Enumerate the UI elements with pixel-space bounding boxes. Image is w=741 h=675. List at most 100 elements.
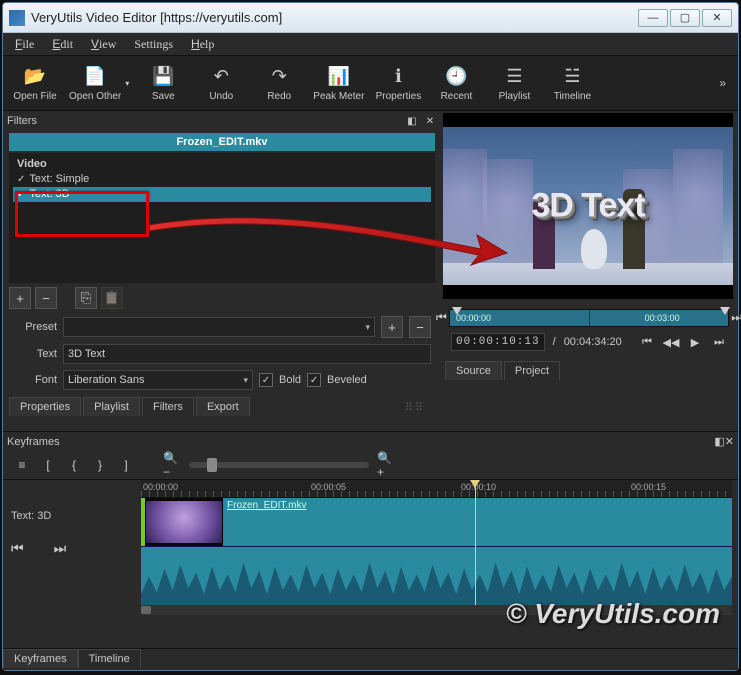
peak-meter-button[interactable]: 📊Peak Meter bbox=[309, 57, 368, 109]
copy-filter-button[interactable]: ⎘ bbox=[75, 287, 97, 309]
playlist-icon: ☰ bbox=[506, 65, 522, 89]
clip-label: Frozen_EDIT.mkv bbox=[227, 500, 306, 511]
minimize-button[interactable]: — bbox=[638, 9, 668, 27]
menu-help[interactable]: Help bbox=[183, 35, 222, 54]
filters-clip-name: Frozen_EDIT.mkv bbox=[9, 133, 435, 151]
font-combo[interactable]: Liberation Sans bbox=[63, 370, 253, 390]
undo-icon: ↶ bbox=[214, 65, 229, 89]
scrub-end-label: 00:03:00 bbox=[645, 313, 680, 323]
tab-project[interactable]: Project bbox=[504, 361, 560, 380]
prev-frame-button[interactable]: ⏮ bbox=[639, 334, 655, 350]
timeline-audio-track[interactable] bbox=[141, 546, 732, 606]
beveled-checkbox[interactable]: ✓ bbox=[307, 373, 321, 387]
kf-menu-button[interactable]: ≡ bbox=[13, 456, 31, 474]
keyframes-title: Keyframes bbox=[7, 436, 60, 448]
zoom-in-button[interactable]: 🔍+ bbox=[377, 456, 395, 474]
video-preview[interactable]: 3D Text bbox=[443, 113, 733, 299]
panel-close-icon[interactable]: ✕ bbox=[423, 114, 437, 128]
open-file-icon: 📂 bbox=[24, 65, 46, 89]
text-label: Text bbox=[13, 348, 57, 360]
filter-item[interactable]: Text: 3D bbox=[13, 187, 431, 202]
zoom-out-button[interactable]: 🔍− bbox=[163, 456, 181, 474]
properties-button[interactable]: ℹProperties bbox=[370, 57, 426, 109]
filter-list: Video Text: Simple Text: 3D bbox=[9, 153, 435, 283]
close-button[interactable]: ✕ bbox=[702, 9, 732, 27]
kf-bracket-in-button[interactable]: [ bbox=[39, 456, 57, 474]
next-frame-button[interactable]: ⏭ bbox=[711, 334, 727, 350]
kf-bracket-out-button[interactable]: ] bbox=[117, 456, 135, 474]
timeline-icon: ☱ bbox=[564, 65, 580, 89]
properties-icon: ℹ bbox=[395, 65, 402, 89]
bold-checkbox[interactable]: ✓ bbox=[259, 373, 273, 387]
toolbar-overflow-button[interactable]: » bbox=[711, 76, 734, 90]
timeline-ruler[interactable]: 00:00:00 00:00:05 00:00:10 00:00:15 bbox=[141, 480, 732, 498]
open-other-button[interactable]: 📄Open Other bbox=[65, 57, 133, 109]
bold-label: Bold bbox=[279, 374, 301, 386]
tab-timeline[interactable]: Timeline bbox=[78, 649, 141, 668]
tab-source[interactable]: Source bbox=[445, 361, 502, 380]
timeline-playhead[interactable] bbox=[475, 480, 476, 615]
font-label: Font bbox=[13, 374, 57, 386]
skip-start-button[interactable]: ⏮ bbox=[436, 310, 447, 325]
playlist-button[interactable]: ☰Playlist bbox=[486, 57, 542, 109]
track-prev-button[interactable]: ⏮ bbox=[11, 540, 24, 557]
total-timecode: 00:04:34:20 bbox=[564, 336, 622, 348]
scrub-bar[interactable]: ⏮ 00:00:00 00:03:00 ⏭ bbox=[449, 309, 729, 327]
menu-view[interactable]: View bbox=[83, 35, 124, 54]
tab-properties[interactable]: Properties bbox=[9, 397, 81, 416]
panel-undock-icon[interactable]: ◧ bbox=[405, 114, 419, 128]
tab-filters[interactable]: Filters bbox=[142, 397, 194, 416]
clip-thumbnail bbox=[145, 500, 223, 544]
tab-keyframes[interactable]: Keyframes bbox=[3, 649, 78, 668]
kf-prev-button[interactable]: { bbox=[65, 456, 83, 474]
tab-export[interactable]: Export bbox=[196, 397, 250, 416]
filter-category: Video bbox=[13, 157, 431, 172]
preset-add-button[interactable]: + bbox=[381, 316, 403, 338]
panel-undock-icon[interactable]: ◧ bbox=[714, 435, 724, 448]
preset-combo[interactable] bbox=[63, 317, 375, 337]
play-button[interactable]: ▶ bbox=[687, 334, 703, 350]
timeline-scrollbar[interactable] bbox=[141, 605, 732, 615]
zoom-slider[interactable] bbox=[189, 462, 369, 468]
open-other-icon: 📄 bbox=[84, 65, 106, 89]
tab-playlist[interactable]: Playlist bbox=[83, 397, 140, 416]
text-input[interactable]: 3D Text bbox=[63, 344, 431, 364]
scrub-end-marker[interactable] bbox=[720, 307, 730, 315]
filter-item[interactable]: Text: Simple bbox=[13, 172, 431, 187]
add-filter-button[interactable]: + bbox=[9, 287, 31, 309]
redo-button[interactable]: ↷Redo bbox=[251, 57, 307, 109]
kf-next-button[interactable]: } bbox=[91, 456, 109, 474]
recent-button[interactable]: 🕘Recent bbox=[428, 57, 484, 109]
remove-filter-button[interactable]: − bbox=[35, 287, 57, 309]
rewind-button[interactable]: ◀◀ bbox=[663, 334, 679, 350]
save-button[interactable]: 💾Save bbox=[135, 57, 191, 109]
beveled-label: Beveled bbox=[327, 374, 367, 386]
undo-button[interactable]: ↶Undo bbox=[193, 57, 249, 109]
zoom-knob[interactable] bbox=[207, 458, 217, 472]
panel-grip[interactable]: ⠿⠿ bbox=[252, 397, 435, 417]
main-toolbar: 📂Open File 📄Open Other 💾Save ↶Undo ↷Redo… bbox=[3, 55, 738, 111]
panel-close-icon[interactable]: ✕ bbox=[725, 435, 734, 448]
keyframes-header: Keyframes ◧ ✕ bbox=[3, 431, 738, 451]
open-file-button[interactable]: 📂Open File bbox=[7, 57, 63, 109]
skip-end-button[interactable]: ⏭ bbox=[731, 310, 741, 325]
save-icon: 💾 bbox=[152, 65, 174, 89]
filters-panel-header: Filters ◧ ✕ bbox=[3, 111, 441, 131]
app-icon bbox=[9, 10, 25, 26]
recent-icon: 🕘 bbox=[445, 65, 467, 89]
current-timecode[interactable]: 00:00:10:13 bbox=[451, 333, 545, 351]
track-next-button[interactable]: ⏭ bbox=[54, 540, 67, 557]
timeline-video-track[interactable]: Frozen_EDIT.mkv bbox=[141, 498, 732, 546]
menu-edit[interactable]: Edit bbox=[44, 35, 81, 54]
redo-icon: ↷ bbox=[272, 65, 287, 89]
preview-3d-text-overlay: 3D Text bbox=[531, 187, 644, 226]
preset-remove-button[interactable]: − bbox=[409, 316, 431, 338]
timeline-button[interactable]: ☱Timeline bbox=[544, 57, 600, 109]
menu-settings[interactable]: Settings bbox=[126, 35, 181, 54]
menubar: File Edit View Settings Help bbox=[3, 33, 738, 55]
titlebar[interactable]: VeryUtils Video Editor [https://veryutil… bbox=[3, 3, 738, 33]
maximize-button[interactable]: ▢ bbox=[670, 9, 700, 27]
paste-filter-button[interactable]: 📋 bbox=[101, 287, 123, 309]
menu-file[interactable]: File bbox=[7, 35, 42, 54]
timeline-clip[interactable]: Frozen_EDIT.mkv bbox=[223, 498, 732, 546]
